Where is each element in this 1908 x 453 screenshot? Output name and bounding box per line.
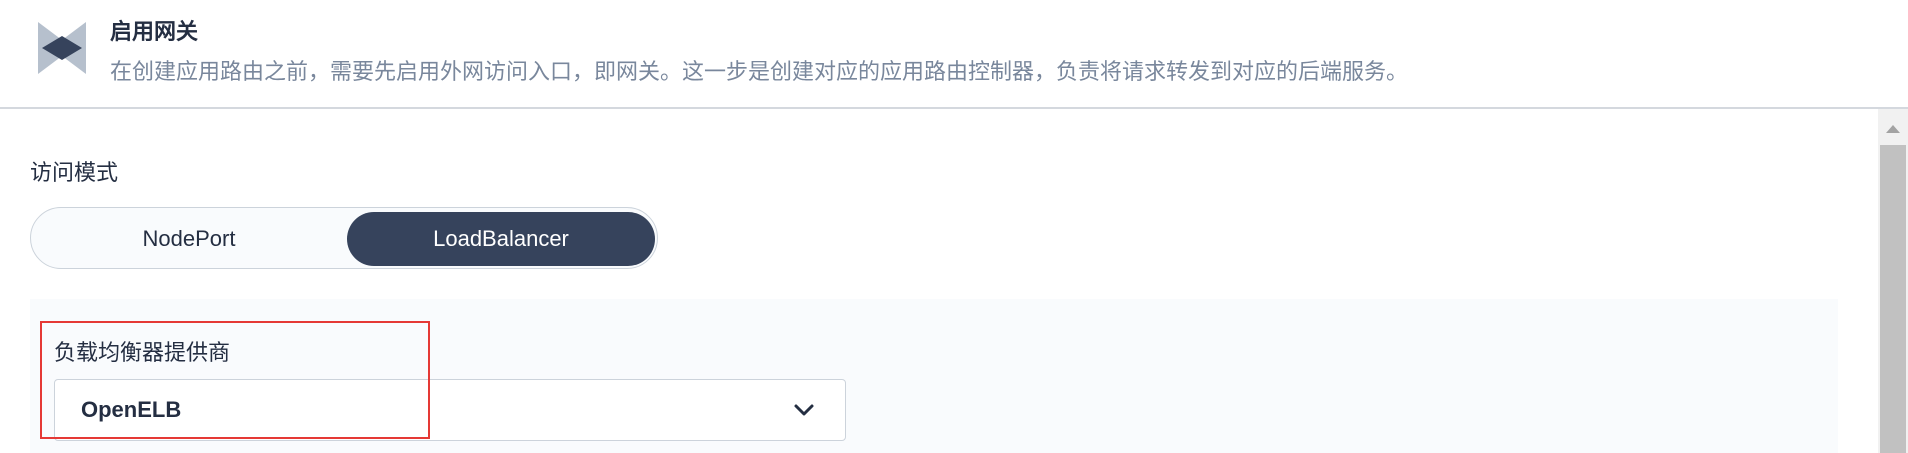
provider-label: 负载均衡器提供商 bbox=[54, 341, 231, 366]
chevron-down-icon bbox=[794, 404, 814, 416]
dialog-title: 启用网关 bbox=[110, 20, 199, 45]
dialog-header: 启用网关 在创建应用路由之前，需要先启用外网访问入口，即网关。这一步是创建对应的… bbox=[0, 0, 1908, 109]
scrollbar-thumb[interactable] bbox=[1880, 145, 1906, 453]
access-mode-label: 访问模式 bbox=[30, 161, 119, 186]
vertical-scrollbar[interactable] bbox=[1878, 109, 1908, 453]
form-content: 访问模式 NodePort LoadBalancer 负载均衡器提供商 Open… bbox=[0, 109, 1878, 453]
access-mode-nodeport-option[interactable]: NodePort bbox=[35, 212, 343, 266]
gateway-logo-icon bbox=[38, 22, 86, 74]
dialog-description: 在创建应用路由之前，需要先启用外网访问入口，即网关。这一步是创建对应的应用路由控… bbox=[110, 60, 1409, 85]
provider-select-value: OpenELB bbox=[81, 397, 182, 422]
scroll-up-arrow-icon[interactable] bbox=[1878, 117, 1908, 141]
provider-select[interactable]: OpenELB bbox=[54, 379, 846, 441]
loadbalancer-settings-panel: 负载均衡器提供商 OpenELB bbox=[30, 299, 1838, 453]
access-mode-loadbalancer-option[interactable]: LoadBalancer bbox=[347, 212, 655, 266]
access-mode-toggle: NodePort LoadBalancer bbox=[30, 207, 658, 269]
